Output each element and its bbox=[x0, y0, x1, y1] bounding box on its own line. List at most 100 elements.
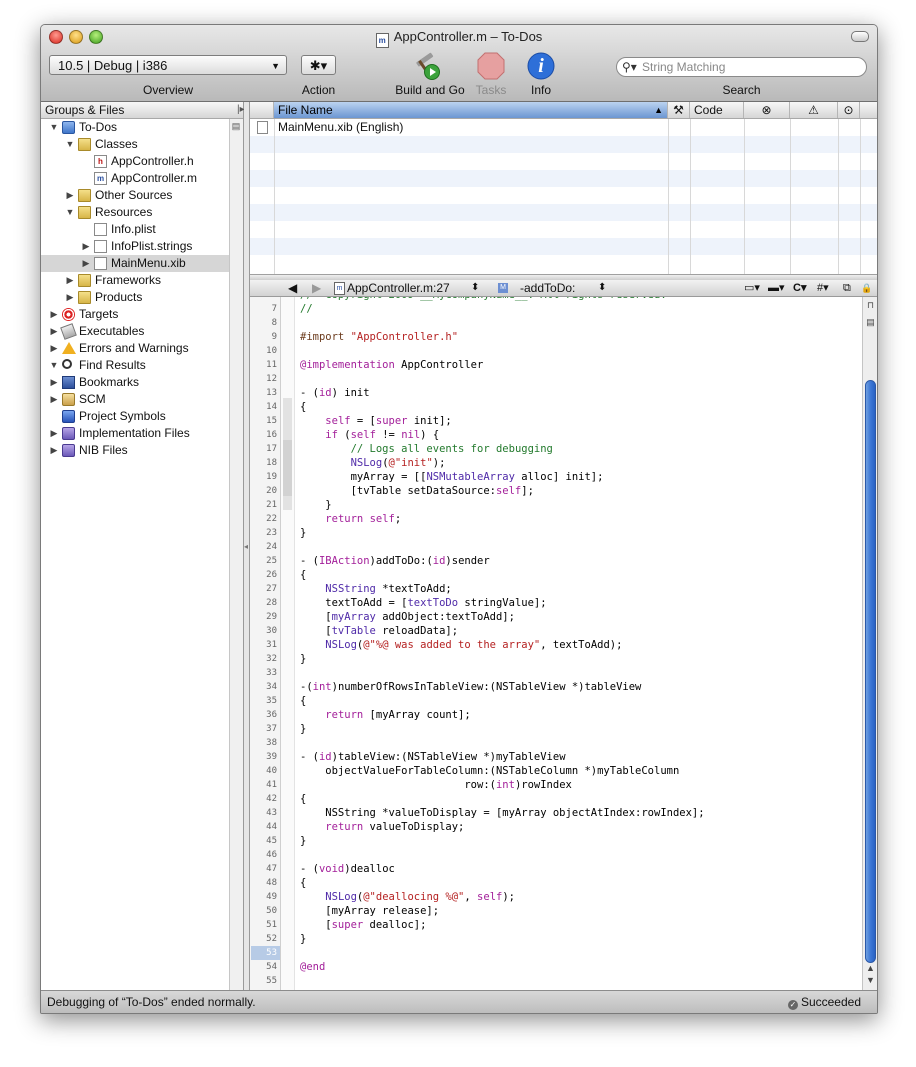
sidebar-item[interactable]: ▶ Targets bbox=[41, 306, 229, 323]
code-focus-ribbon[interactable] bbox=[281, 297, 295, 990]
stop-tasks-icon[interactable] bbox=[476, 51, 506, 81]
sidebar-item[interactable]: ▶ SCM bbox=[41, 391, 229, 408]
code-line[interactable]: self = [super init]; bbox=[300, 414, 451, 428]
disclosure-collapsed-icon[interactable]: ▶ bbox=[49, 340, 59, 357]
code-line[interactable]: { bbox=[300, 792, 306, 806]
line-number[interactable]: 26 bbox=[251, 568, 277, 582]
bookmarks-menu-icon[interactable]: ▭▾ bbox=[744, 280, 760, 296]
line-number[interactable]: 45 bbox=[251, 834, 277, 848]
line-number[interactable]: 14 bbox=[251, 400, 277, 414]
code-line[interactable]: #import "AppController.h" bbox=[300, 330, 458, 344]
sidebar-item[interactable]: ▶ Errors and Warnings bbox=[41, 340, 229, 357]
code-line[interactable]: [myArray addObject:textToAdd]; bbox=[300, 610, 515, 624]
line-number[interactable]: 18 bbox=[251, 456, 277, 470]
sidebar-item[interactable]: Info.plist bbox=[41, 221, 229, 238]
code-line[interactable]: row:(int)rowIndex bbox=[300, 778, 571, 792]
line-number[interactable]: 43 bbox=[251, 806, 277, 820]
line-number[interactable]: 19 bbox=[251, 470, 277, 484]
code-line[interactable]: NSLog(@"init"); bbox=[300, 456, 446, 470]
sidebar-item[interactable]: ▶ Executables bbox=[41, 323, 229, 340]
line-number[interactable]: 34 bbox=[251, 680, 277, 694]
code-line[interactable]: } bbox=[300, 498, 331, 512]
column-header-target[interactable]: ⊙ bbox=[838, 102, 860, 118]
code-line[interactable]: { bbox=[300, 400, 306, 414]
line-number[interactable]: 20 bbox=[251, 484, 277, 498]
code-line[interactable]: [tvTable reloadData]; bbox=[300, 624, 458, 638]
line-number[interactable]: 13 bbox=[251, 386, 277, 400]
disclosure-collapsed-icon[interactable]: ▶ bbox=[49, 323, 59, 340]
line-number[interactable]: 9 bbox=[251, 330, 277, 344]
column-header-icon[interactable] bbox=[250, 102, 274, 118]
disclosure-collapsed-icon[interactable]: ▶ bbox=[65, 272, 75, 289]
code-line[interactable]: [tvTable setDataSource:self]; bbox=[300, 484, 534, 498]
disclosure-expanded-icon[interactable]: ▼ bbox=[65, 204, 75, 221]
disclosure-collapsed-icon[interactable]: ▶ bbox=[81, 255, 91, 272]
line-number[interactable]: 42 bbox=[251, 792, 277, 806]
file-history-popup[interactable]: AppController.m:27 bbox=[347, 280, 450, 296]
lock-split-icon[interactable]: ⊓ bbox=[865, 300, 876, 311]
build-and-go-icon[interactable] bbox=[413, 51, 443, 81]
code-line[interactable]: // bbox=[300, 302, 313, 316]
code-line[interactable]: - (IBAction)addToDo:(id)sender bbox=[300, 554, 490, 568]
column-header-file-name[interactable]: File Name ▲ bbox=[274, 102, 668, 118]
sidebar-item[interactable]: ▼ Find Results bbox=[41, 357, 229, 374]
code-line[interactable]: { bbox=[300, 694, 306, 708]
code-line[interactable]: } bbox=[300, 526, 306, 540]
line-number[interactable]: 37 bbox=[251, 722, 277, 736]
code-line[interactable]: return valueToDisplay; bbox=[300, 820, 464, 834]
line-number[interactable]: 29 bbox=[251, 610, 277, 624]
disclosure-expanded-icon[interactable]: ▼ bbox=[49, 357, 59, 374]
code-line[interactable]: NSString *valueToDisplay = [myArray obje… bbox=[300, 806, 704, 820]
sidebar-item[interactable]: m AppController.m bbox=[41, 170, 229, 187]
code-line[interactable]: } bbox=[300, 722, 306, 736]
code-line[interactable]: } bbox=[300, 932, 306, 946]
disclosure-collapsed-icon[interactable]: ▶ bbox=[49, 442, 59, 459]
line-number[interactable]: 44 bbox=[251, 820, 277, 834]
line-number[interactable]: 50 bbox=[251, 904, 277, 918]
code-line[interactable]: - (id)tableView:(NSTableView *)myTableVi… bbox=[300, 750, 566, 764]
disclosure-collapsed-icon[interactable]: ▶ bbox=[49, 374, 59, 391]
code-line[interactable]: textToAdd = [textToDo stringValue]; bbox=[300, 596, 546, 610]
search-field[interactable]: ⚲▾ String Matching bbox=[616, 57, 867, 77]
line-number[interactable]: 36 bbox=[251, 708, 277, 722]
editor-vertical-scrollbar[interactable]: ⊓ ▤ ▲ ▼ bbox=[862, 297, 877, 990]
line-number[interactable]: 7 bbox=[251, 302, 277, 316]
toolbar-toggle-button[interactable] bbox=[851, 31, 869, 42]
line-number[interactable]: 39 bbox=[251, 750, 277, 764]
line-number[interactable]: 49 bbox=[251, 890, 277, 904]
line-number[interactable]: 31 bbox=[251, 638, 277, 652]
line-number[interactable]: 35 bbox=[251, 694, 277, 708]
column-header-code[interactable]: Code bbox=[690, 102, 744, 118]
overview-popup[interactable]: 10.5 | Debug | i386 ▼ bbox=[49, 55, 287, 75]
line-number[interactable]: 22 bbox=[251, 512, 277, 526]
fold-region[interactable] bbox=[283, 440, 292, 496]
table-row[interactable]: MainMenu.xib (English) bbox=[250, 119, 877, 136]
code-line[interactable]: NSLog(@"%@ was added to the array", text… bbox=[300, 638, 622, 652]
function-popup[interactable]: -addToDo: bbox=[520, 280, 575, 296]
disclosure-collapsed-icon[interactable]: ▶ bbox=[65, 289, 75, 306]
code-line[interactable]: - (void)dealloc bbox=[300, 862, 395, 876]
scroll-down-arrow-icon[interactable]: ▼ bbox=[865, 975, 876, 985]
split-editor-icon[interactable]: ⧉ bbox=[843, 280, 851, 296]
code-line[interactable]: @implementation AppController bbox=[300, 358, 483, 372]
code-line[interactable]: [super dealloc]; bbox=[300, 918, 426, 932]
code-line[interactable]: NSString *textToAdd; bbox=[300, 582, 451, 596]
disclosure-collapsed-icon[interactable]: ▶ bbox=[65, 187, 75, 204]
column-header-build[interactable]: ⚒ bbox=[668, 102, 690, 118]
code-line[interactable]: return self; bbox=[300, 512, 401, 526]
sidebar-item[interactable]: ▶ NIB Files bbox=[41, 442, 229, 459]
lock-icon[interactable]: 🔒 bbox=[861, 280, 872, 296]
code-line[interactable]: } bbox=[300, 652, 306, 666]
line-number[interactable]: 52 bbox=[251, 932, 277, 946]
disclosure-collapsed-icon[interactable]: ▶ bbox=[49, 425, 59, 442]
code-line[interactable]: @end bbox=[300, 960, 325, 974]
line-number[interactable]: 55 bbox=[251, 974, 277, 988]
code-line[interactable]: - (id) init bbox=[300, 386, 370, 400]
sidebar-item[interactable]: ▶ InfoPlist.strings bbox=[41, 238, 229, 255]
column-header-warnings[interactable]: ⚠ bbox=[790, 102, 838, 118]
class-hierarchy-menu-icon[interactable]: C▾ bbox=[793, 280, 806, 296]
disclosure-collapsed-icon[interactable]: ▶ bbox=[49, 391, 59, 408]
back-arrow-icon[interactable]: ◀ bbox=[288, 280, 297, 296]
line-number[interactable]: 33 bbox=[251, 666, 277, 680]
column-header-errors[interactable]: ⊗ bbox=[744, 102, 790, 118]
